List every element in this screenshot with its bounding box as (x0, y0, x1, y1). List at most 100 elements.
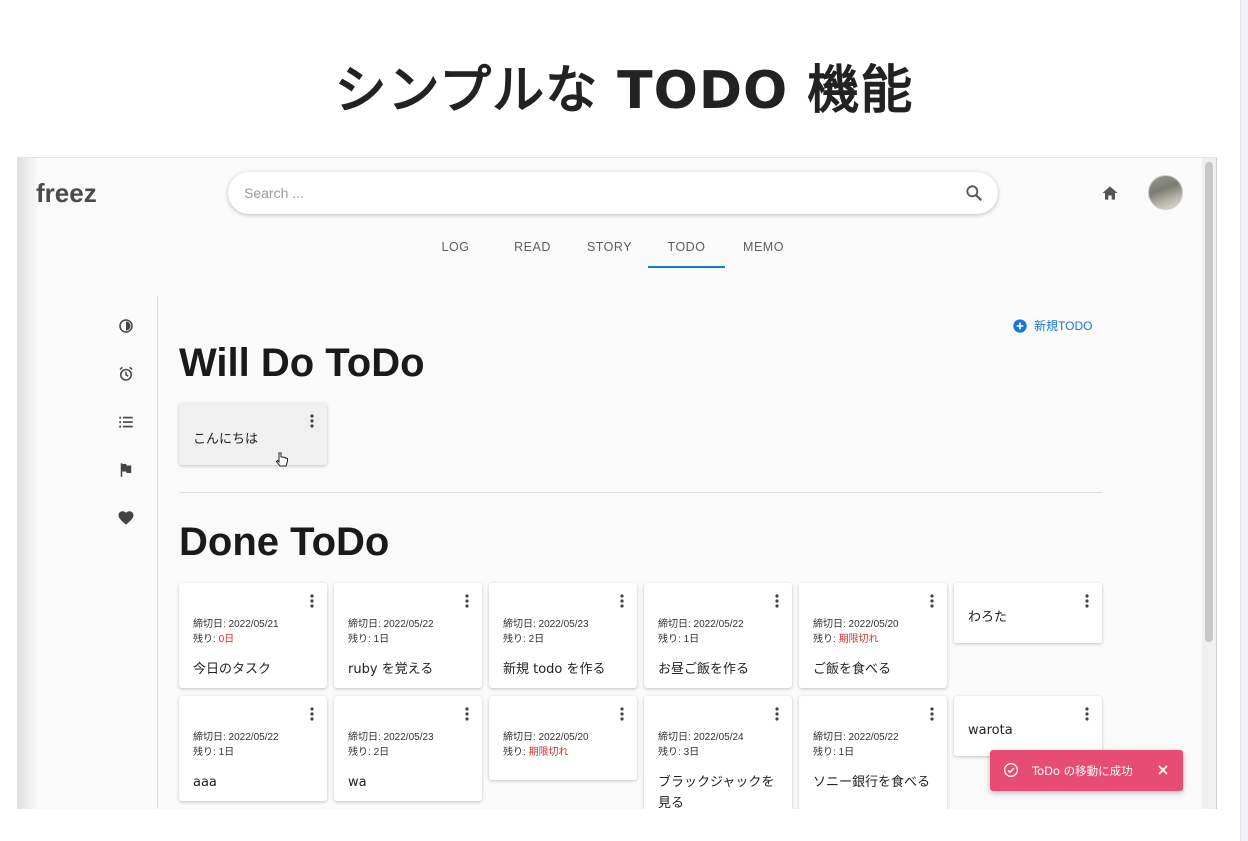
todo-due-date: 締切日: 2022/05/22 (813, 732, 899, 743)
scrollbar-thumb[interactable] (1205, 162, 1213, 642)
todo-title: こんにちは (193, 432, 259, 447)
todo-card[interactable]: 締切日: 2022/05/22 残り: 1日 お昼ご飯を作る (644, 583, 792, 688)
todo-title: ソニー銀行を食べる (813, 775, 931, 790)
done-heading: Done ToDo (179, 520, 390, 564)
more-vert-icon[interactable] (617, 593, 627, 609)
toast-message: ToDo の移動に成功 (1032, 764, 1133, 778)
more-vert-icon[interactable] (462, 706, 472, 722)
remaining-label: 残り: (503, 634, 526, 645)
more-vert-icon[interactable] (772, 593, 782, 609)
list-icon[interactable] (117, 413, 135, 431)
todo-title: 新規 todo を作る (503, 662, 606, 677)
alarm-icon[interactable] (117, 365, 135, 383)
remaining-value: 期限切れ (528, 747, 569, 758)
todo-title: ブラックジャックを見る (658, 775, 775, 809)
todo-meta: 締切日: 2022/05/22 残り: 1日 (348, 617, 434, 647)
todo-meta: 締切日: 2022/05/22 残り: 1日 (658, 617, 744, 647)
avatar[interactable] (1148, 175, 1183, 210)
todo-title: wa (348, 775, 367, 790)
todo-card[interactable]: こんにちは (179, 403, 327, 465)
heart-icon[interactable] (117, 509, 135, 527)
new-todo-label: 新規TODO (1034, 319, 1093, 333)
flag-icon[interactable] (117, 461, 135, 479)
todo-card[interactable]: 締切日: 2022/05/24 残り: 3日ブラックジャックを見る (644, 696, 792, 809)
todo-meta: 締切日: 2022/05/21 残り: 0日 (193, 617, 279, 647)
add-circle-icon (1013, 318, 1027, 333)
todo-card[interactable]: 締切日: 2022/05/22 残り: 1日 ruby を覚える (334, 583, 482, 688)
todo-card[interactable]: 締切日: 2022/05/22 残り: 1日 aaa (179, 696, 327, 801)
tab-story[interactable]: STORY (571, 230, 648, 268)
section-divider (179, 492, 1102, 493)
todo-meta: 締切日: 2022/05/22 残り: 1日 (813, 730, 899, 760)
todo-title: わろた (968, 610, 1008, 625)
todo-card[interactable]: 締切日: 2022/05/22 残り: 1日ソニー銀行を食べる (799, 696, 947, 809)
tab-todo[interactable]: TODO (648, 230, 725, 268)
todo-due-date: 締切日: 2022/05/20 (503, 732, 589, 743)
remaining-value: 3日 (683, 747, 700, 758)
remaining-value: 0日 (218, 634, 235, 645)
todo-due-date: 締切日: 2022/05/20 (813, 619, 899, 630)
remaining-label: 残り: (193, 634, 216, 645)
remaining-value: 1日 (683, 634, 700, 645)
more-vert-icon[interactable] (772, 706, 782, 722)
todo-due-date: 締切日: 2022/05/24 (658, 732, 744, 743)
remaining-value: 1日 (838, 747, 855, 758)
remaining-value: 1日 (373, 634, 390, 645)
new-todo-button[interactable]: 新規TODO (1012, 317, 1092, 334)
more-vert-icon[interactable] (307, 413, 317, 429)
todo-remaining: 残り: 1日 (348, 632, 434, 647)
todo-title: warota (968, 723, 1013, 738)
home-icon[interactable] (1100, 183, 1120, 203)
todo-card[interactable]: わろた (954, 583, 1102, 643)
todo-title: お昼ご飯を作る (658, 662, 750, 677)
more-vert-icon[interactable] (617, 706, 627, 722)
todo-remaining: 残り: 期限切れ (503, 745, 589, 760)
will-do-heading: Will Do ToDo (179, 341, 425, 385)
tab-memo[interactable]: MEMO (725, 230, 802, 268)
check-circle-icon (1004, 763, 1018, 777)
remaining-label: 残り: (813, 747, 836, 758)
search-icon[interactable] (964, 183, 984, 203)
pointer-cursor-icon (275, 452, 288, 467)
more-vert-icon[interactable] (307, 593, 317, 609)
todo-remaining: 残り: 1日 (813, 745, 899, 760)
nav-tabs: LOG READ STORY TODO MEMO (417, 230, 802, 270)
contrast-icon[interactable] (117, 317, 135, 335)
todo-card[interactable]: 締切日: 2022/05/23 残り: 2日 wa (334, 696, 482, 801)
todo-remaining: 残り: 2日 (348, 745, 434, 760)
todo-due-date: 締切日: 2022/05/23 (348, 732, 434, 743)
search-input[interactable] (244, 182, 944, 204)
todo-meta: 締切日: 2022/05/23 残り: 2日 (348, 730, 434, 760)
todo-title: ruby を覚える (348, 662, 434, 677)
sidebar-divider (157, 296, 158, 809)
app-logo[interactable]: freez (36, 178, 97, 209)
todo-remaining: 残り: 3日 (658, 745, 744, 760)
more-vert-icon[interactable] (927, 593, 937, 609)
close-icon[interactable] (1157, 764, 1169, 776)
todo-remaining: 残り: 1日 (658, 632, 744, 647)
search-bar[interactable] (228, 172, 998, 214)
tab-log[interactable]: LOG (417, 230, 494, 268)
todo-meta: 締切日: 2022/05/23 残り: 2日 (503, 617, 589, 647)
todo-card[interactable]: warota (954, 696, 1102, 756)
more-vert-icon[interactable] (927, 706, 937, 722)
remaining-value: 2日 (528, 634, 545, 645)
todo-card[interactable]: 締切日: 2022/05/23 残り: 2日新規 todo を作る (489, 583, 637, 688)
todo-meta: 締切日: 2022/05/22 残り: 1日 (193, 730, 279, 760)
more-vert-icon[interactable] (462, 593, 472, 609)
todo-meta: 締切日: 2022/05/20 残り: 期限切れ (813, 617, 899, 647)
toast-notification: ToDo の移動に成功 (990, 750, 1183, 791)
todo-card[interactable]: 締切日: 2022/05/20 残り: 期限切れ ご飯を食べる (799, 583, 947, 688)
todo-meta: 締切日: 2022/05/20 残り: 期限切れ (503, 730, 589, 760)
more-vert-icon[interactable] (307, 706, 317, 722)
remaining-label: 残り: (503, 747, 526, 758)
todo-title: ご飯を食べる (813, 662, 892, 677)
todo-remaining: 残り: 2日 (503, 632, 589, 647)
remaining-label: 残り: (813, 634, 836, 645)
todo-card[interactable]: 締切日: 2022/05/21 残り: 0日今日のタスク (179, 583, 327, 688)
tab-read[interactable]: READ (494, 230, 571, 268)
slide-title: シンプルな TODO 機能 (334, 61, 914, 121)
todo-due-date: 締切日: 2022/05/22 (658, 619, 744, 630)
todo-card[interactable]: 締切日: 2022/05/20 残り: 期限切れ (489, 696, 637, 780)
todo-title: 今日のタスク (193, 662, 272, 677)
